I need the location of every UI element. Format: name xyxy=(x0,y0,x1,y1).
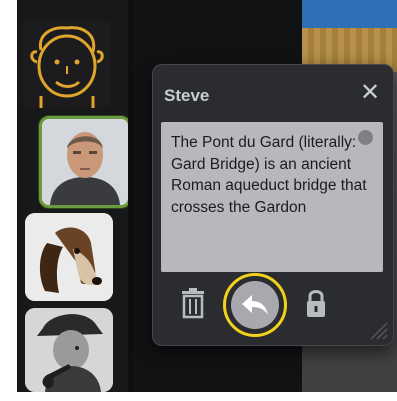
note-text: The Pont du Gard (literally: Gard Bridge… xyxy=(171,134,367,216)
trash-icon xyxy=(182,288,204,319)
lock-button[interactable] xyxy=(305,287,327,319)
detective-pipe-icon xyxy=(25,308,113,392)
resize-grip-icon[interactable] xyxy=(367,319,389,341)
popup-title: Steve xyxy=(164,86,210,105)
avatar-man-photo[interactable] xyxy=(39,116,131,208)
note-text-fade xyxy=(161,234,383,272)
basset-hound-icon xyxy=(25,213,113,301)
close-icon: ✕ xyxy=(359,79,381,106)
reply-button[interactable] xyxy=(223,273,287,337)
note-popup: Steve ✕ The Pont du Gard (literally: Gar… xyxy=(152,64,394,346)
note-card[interactable]: The Pont du Gard (literally: Gard Bridge… xyxy=(161,122,383,272)
close-button[interactable]: ✕ xyxy=(357,80,383,106)
avatar-sidebar xyxy=(17,0,131,392)
avatar-detective-pipe[interactable] xyxy=(25,308,113,392)
photo-sky xyxy=(302,0,397,28)
reply-button-background xyxy=(231,281,279,329)
delete-button[interactable] xyxy=(180,287,206,319)
lock-icon xyxy=(307,290,325,317)
cartoon-face-icon xyxy=(30,26,104,108)
avatar-basset-hound[interactable] xyxy=(25,213,113,301)
man-photo-icon xyxy=(42,119,128,205)
avatar-cartoon-face[interactable] xyxy=(23,20,111,108)
app-canvas: Steve ✕ The Pont du Gard (literally: Gar… xyxy=(17,0,397,392)
reply-arrow-icon xyxy=(242,295,268,315)
sidebar-divider xyxy=(128,0,133,392)
